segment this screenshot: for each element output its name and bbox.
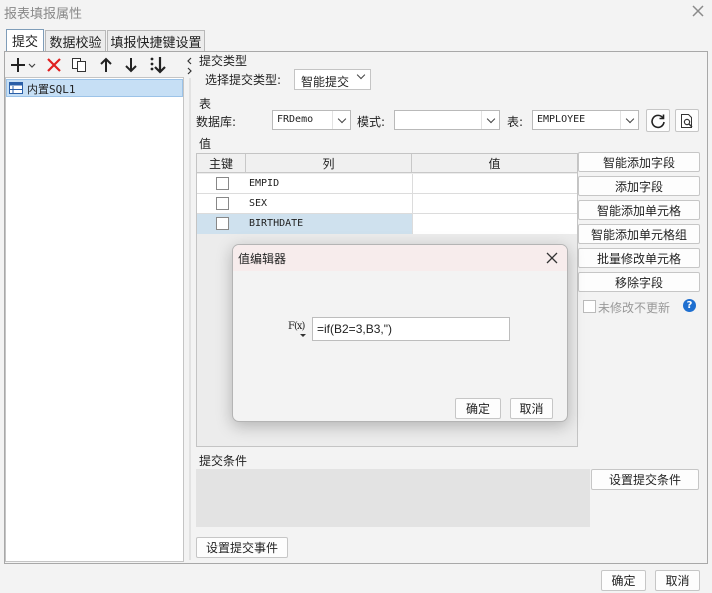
smart-add-cell-group-button[interactable]: 智能添加单元格组 (578, 224, 700, 244)
header-value[interactable]: 值 (412, 154, 577, 173)
chevron-down-icon (354, 70, 368, 85)
schema-label: 模式: (357, 115, 386, 129)
table-header: 主键 列 值 (197, 154, 577, 173)
chevron-down-icon (332, 111, 350, 129)
move-up-icon[interactable] (96, 55, 116, 75)
tab-data-validation[interactable]: 数据校验 (45, 30, 106, 51)
condition-section-label: 提交条件 (199, 454, 248, 468)
database-value: FRDemo (277, 114, 314, 125)
table-row[interactable]: EMPID (197, 174, 577, 194)
smart-add-field-button[interactable]: 智能添加字段 (578, 152, 700, 172)
preview-button[interactable] (675, 109, 699, 132)
tab-label: 填报快捷键设置 (110, 35, 202, 51)
table-select[interactable]: EMPLOYEE (532, 110, 639, 130)
primary-key-checkbox[interactable] (216, 217, 229, 230)
submit-type-value: 智能提交 (301, 75, 350, 89)
table-row[interactable]: SEX (197, 194, 577, 214)
set-condition-button[interactable]: 设置提交条件 (591, 469, 699, 490)
sql-list-panel: 内置SQL1 (5, 77, 184, 562)
dialog-title: 值编辑器 (238, 252, 287, 266)
formula-icon[interactable]: F(x) (288, 318, 310, 340)
refresh-button[interactable] (646, 109, 670, 132)
schema-select[interactable] (394, 110, 500, 130)
primary-key-checkbox[interactable] (216, 197, 229, 210)
list-item[interactable]: 内置SQL1 (6, 79, 183, 97)
header-key[interactable]: 主键 (197, 154, 246, 173)
submit-type-section-label: 提交类型 (199, 54, 248, 68)
row-value[interactable] (412, 194, 577, 213)
splitter[interactable] (186, 54, 193, 562)
left-toolbar (6, 54, 184, 76)
set-event-button[interactable]: 设置提交事件 (196, 537, 288, 558)
formula-value: =if(B2=3,B3,") (317, 322, 392, 336)
no-update-label: 未修改不更新 (598, 301, 671, 315)
primary-key-checkbox[interactable] (216, 177, 229, 190)
value-editor-dialog: 值编辑器 F(x) =if(B2=3,B3,") 确定 取消 (232, 244, 568, 422)
row-value[interactable] (412, 214, 577, 234)
header-column[interactable]: 列 (246, 154, 412, 173)
tab-label: 提交 (11, 35, 38, 50)
value-section-label: 值 (199, 137, 212, 151)
cancel-button[interactable]: 取消 (655, 570, 700, 591)
delete-icon[interactable] (44, 55, 64, 75)
refresh-icon (651, 114, 665, 128)
table-section-label: 表 (199, 97, 212, 111)
table-value: EMPLOYEE (537, 114, 586, 125)
move-down-icon[interactable] (121, 55, 141, 75)
chevron-down-icon (481, 111, 499, 129)
no-update-checkbox[interactable] (583, 300, 596, 313)
row-value[interactable] (412, 174, 577, 193)
window-close-icon[interactable] (690, 3, 706, 19)
table-row[interactable]: BIRTHDATE (197, 214, 577, 234)
database-select[interactable]: FRDemo (272, 110, 351, 130)
list-item-label: 内置SQL1 (27, 83, 76, 96)
preview-icon (681, 113, 693, 128)
row-column: SEX (249, 198, 268, 209)
sql-table-icon (9, 82, 23, 94)
move-bottom-icon[interactable] (148, 55, 168, 75)
tab-shortcut-settings[interactable]: 填报快捷键设置 (107, 30, 205, 51)
formula-input[interactable]: =if(B2=3,B3,") (312, 317, 510, 341)
submit-type-select[interactable]: 智能提交 (294, 69, 371, 90)
table-label: 表: (507, 115, 524, 129)
database-label: 数据库: (196, 115, 237, 129)
dialog-cancel-button[interactable]: 取消 (510, 398, 553, 419)
dialog-title-bar: 值编辑器 (233, 245, 567, 271)
help-icon[interactable]: ? (683, 299, 696, 312)
add-icon[interactable] (10, 55, 36, 75)
row-column: EMPID (249, 178, 280, 189)
tab-label: 数据校验 (49, 35, 102, 51)
dialog-ok-button[interactable]: 确定 (455, 398, 501, 419)
row-column: BIRTHDATE (249, 218, 304, 229)
dialog-close-icon[interactable] (544, 250, 560, 266)
copy-icon[interactable] (69, 55, 89, 75)
add-field-button[interactable]: 添加字段 (578, 176, 700, 196)
smart-add-cell-button[interactable]: 智能添加单元格 (578, 200, 700, 220)
chevron-down-icon (620, 111, 638, 129)
submit-type-select-label: 选择提交类型: (205, 73, 282, 87)
window-title: 报表填报属性 (4, 7, 83, 22)
ok-button[interactable]: 确定 (601, 570, 646, 591)
batch-modify-cell-button[interactable]: 批量修改单元格 (578, 248, 700, 268)
title-bar: 报表填报属性 (0, 0, 712, 24)
remove-field-button[interactable]: 移除字段 (578, 272, 700, 292)
tab-submit[interactable]: 提交 (6, 29, 44, 51)
condition-area[interactable] (196, 469, 590, 527)
